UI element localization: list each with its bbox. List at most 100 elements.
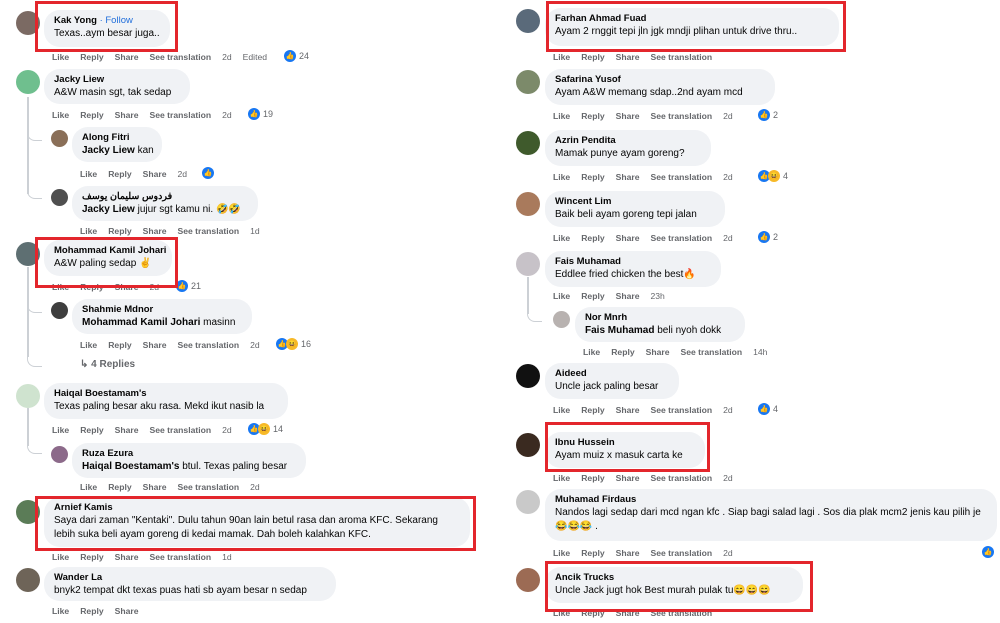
avatar[interactable]	[516, 568, 540, 592]
share-button[interactable]: Share	[616, 172, 640, 182]
reply-button[interactable]: Reply	[80, 606, 103, 616]
timestamp[interactable]: 2d	[250, 482, 260, 492]
see-translation-link[interactable]: See translation	[150, 110, 212, 120]
view-replies-link[interactable]: ↳ 4 Replies	[80, 359, 135, 370]
avatar[interactable]	[516, 433, 540, 457]
reply-button[interactable]: Reply	[80, 110, 103, 120]
see-translation-link[interactable]: See translation	[651, 233, 713, 243]
reply-button[interactable]: Reply	[581, 548, 604, 558]
like-button[interactable]: Like	[553, 111, 570, 121]
reply-button[interactable]: Reply	[581, 172, 604, 182]
like-button[interactable]: Like	[80, 169, 97, 179]
timestamp[interactable]: 2d	[222, 110, 232, 120]
reaction-count[interactable]: 👍 2	[758, 231, 778, 243]
like-button[interactable]: Like	[80, 482, 97, 492]
timestamp[interactable]: 23h	[651, 291, 665, 301]
timestamp[interactable]: 2d	[723, 233, 733, 243]
share-button[interactable]: Share	[115, 52, 139, 62]
like-button[interactable]: Like	[553, 52, 570, 62]
commenter-name[interactable]: Nor Mnrh	[585, 311, 735, 324]
timestamp[interactable]: 1d	[250, 226, 260, 236]
see-translation-link[interactable]: See translation	[651, 111, 713, 121]
reaction-count[interactable]: 👍 😆 16	[276, 338, 311, 350]
see-translation-link[interactable]: See translation	[681, 347, 743, 357]
like-button[interactable]: Like	[553, 548, 570, 558]
reaction-count[interactable]: 👍 24	[284, 50, 309, 62]
like-button[interactable]: Like	[553, 172, 570, 182]
reaction-count[interactable]: 👍 2	[758, 109, 778, 121]
share-button[interactable]: Share	[143, 482, 167, 492]
commenter-name[interactable]: فردوس سليمان يوسف	[82, 190, 248, 203]
avatar[interactable]	[16, 70, 40, 94]
timestamp[interactable]: 2d	[222, 425, 232, 435]
share-button[interactable]: Share	[616, 405, 640, 415]
reply-button[interactable]: Reply	[80, 425, 103, 435]
reaction-count[interactable]: 👍 4	[758, 403, 778, 415]
commenter-name[interactable]: Aideed	[555, 367, 669, 380]
mention-link[interactable]: Jacky Liew	[82, 145, 135, 156]
see-translation-link[interactable]: See translation	[178, 226, 240, 236]
like-button[interactable]: Like	[52, 52, 69, 62]
commenter-name[interactable]: Jacky Liew	[54, 73, 180, 86]
commenter-name[interactable]: Shahmie Mdnor	[82, 303, 242, 316]
commenter-name[interactable]: Wincent Lim	[555, 195, 715, 208]
avatar[interactable]	[516, 490, 540, 514]
reaction-count[interactable]: 👍 😆 14	[248, 423, 283, 435]
reply-button[interactable]: Reply	[80, 52, 103, 62]
reply-button[interactable]: Reply	[581, 405, 604, 415]
see-translation-link[interactable]: See translation	[651, 172, 713, 182]
mention-link[interactable]: Haiqal Boestamam's	[82, 461, 179, 472]
timestamp[interactable]: 2d	[723, 111, 733, 121]
reply-button[interactable]: Reply	[581, 111, 604, 121]
share-button[interactable]: Share	[646, 347, 670, 357]
share-button[interactable]: Share	[616, 548, 640, 558]
see-translation-link[interactable]: See translation	[150, 552, 212, 562]
share-button[interactable]: Share	[115, 425, 139, 435]
timestamp[interactable]: 2d	[723, 405, 733, 415]
share-button[interactable]: Share	[115, 110, 139, 120]
like-button[interactable]: Like	[52, 425, 69, 435]
avatar[interactable]	[553, 311, 570, 328]
timestamp[interactable]: 2d	[723, 548, 733, 558]
reaction-count[interactable]: 👍 😆 4	[758, 170, 788, 182]
reaction-count[interactable]: 👍	[982, 546, 994, 558]
avatar[interactable]	[51, 189, 68, 206]
share-button[interactable]: Share	[115, 606, 139, 616]
share-button[interactable]: Share	[616, 233, 640, 243]
commenter-name[interactable]: Ruza Ezura	[82, 447, 296, 460]
reply-button[interactable]: Reply	[108, 226, 131, 236]
reply-button[interactable]: Reply	[80, 552, 103, 562]
share-button[interactable]: Share	[115, 552, 139, 562]
commenter-name[interactable]: Azrin Pendita	[555, 134, 701, 147]
mention-link[interactable]: Jacky Liew	[82, 204, 135, 215]
avatar[interactable]	[516, 131, 540, 155]
reaction-count[interactable]: 👍	[202, 167, 214, 179]
reply-button[interactable]: Reply	[581, 52, 604, 62]
avatar[interactable]	[516, 364, 540, 388]
like-button[interactable]: Like	[80, 226, 97, 236]
see-translation-link[interactable]: See translation	[651, 405, 713, 415]
timestamp[interactable]: 2d	[178, 169, 188, 179]
share-button[interactable]: Share	[143, 169, 167, 179]
share-button[interactable]: Share	[616, 291, 640, 301]
avatar[interactable]	[16, 568, 40, 592]
avatar[interactable]	[51, 130, 68, 147]
share-button[interactable]: Share	[143, 340, 167, 350]
avatar[interactable]	[516, 9, 540, 33]
commenter-name[interactable]: Haiqal Boestamam's	[54, 387, 278, 400]
commenter-name[interactable]: Wander La	[54, 571, 326, 584]
like-button[interactable]: Like	[553, 291, 570, 301]
avatar[interactable]	[16, 384, 40, 408]
avatar[interactable]	[516, 192, 540, 216]
mention-link[interactable]: Mohammad Kamil Johari	[82, 317, 200, 328]
share-button[interactable]: Share	[616, 111, 640, 121]
reply-button[interactable]: Reply	[108, 482, 131, 492]
reaction-count[interactable]: 👍 19	[248, 108, 273, 120]
share-button[interactable]: Share	[616, 52, 640, 62]
see-translation-link[interactable]: See translation	[178, 482, 240, 492]
like-button[interactable]: Like	[553, 405, 570, 415]
share-button[interactable]: Share	[143, 226, 167, 236]
see-translation-link[interactable]: See translation	[150, 425, 212, 435]
see-translation-link[interactable]: See translation	[651, 52, 713, 62]
like-button[interactable]: Like	[553, 473, 570, 483]
